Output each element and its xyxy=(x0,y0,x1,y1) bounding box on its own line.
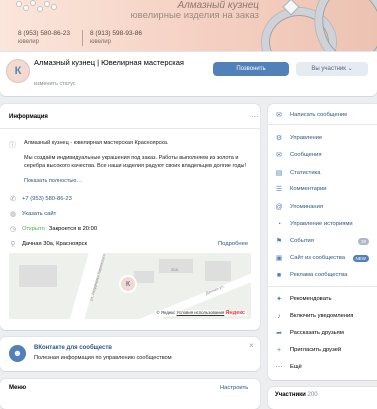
comment-icon: ☰ xyxy=(275,186,283,193)
cover-phone-2: 8 (913) 598-93-86 ювелир xyxy=(90,30,143,45)
vk-card-text: Полезная информация по управлению сообще… xyxy=(34,355,172,361)
gems-decoration xyxy=(15,0,60,14)
close-time: Закроется в 20:00 xyxy=(48,226,98,232)
pin-icon: ⚲ xyxy=(10,241,16,248)
info-summary: Алмазный кузнец - ювелирная мастерская К… xyxy=(24,140,169,146)
clock-icon: ◷ xyxy=(9,226,17,233)
vk-card-title[interactable]: ВКонтакте для сообществ xyxy=(34,345,112,351)
users-icon: ☻ xyxy=(9,345,26,362)
cover-phone-1: 8 (953) 580-86-23 ювелир xyxy=(18,30,71,45)
new-badge: NEW xyxy=(352,254,369,262)
address-more-link[interactable]: Подробнее xyxy=(218,241,248,247)
call-button[interactable]: Позвонить xyxy=(213,62,289,76)
menu-card: Меню Настроить xyxy=(0,379,260,409)
open-status: Открыто xyxy=(22,226,45,232)
more-dots-icon[interactable]: ⋯ xyxy=(251,112,259,121)
vk-tips-card[interactable]: ☻ ВКонтакте для сообществ Полезная инфор… xyxy=(0,337,260,371)
close-icon[interactable]: × xyxy=(249,341,254,350)
avatar[interactable]: К xyxy=(7,60,29,82)
chat-icon: ✉ xyxy=(276,152,282,159)
bell-icon: ♪ xyxy=(277,312,281,320)
sidebar-item-mentions[interactable]: @ Упоминания xyxy=(275,203,323,211)
cover-divider xyxy=(82,30,83,46)
info-description: Мы создаём индивидуальные украшения под … xyxy=(24,155,247,169)
hours-row: ◷ Открыто Закроется в 20:00 xyxy=(9,225,97,233)
sidebar-item-share[interactable]: ➦ Рассказать друзьям xyxy=(275,329,344,337)
sidebar-item-notifications[interactable]: ♪ Включить уведомления xyxy=(275,312,353,320)
events-count-badge: 28 xyxy=(357,237,369,245)
community-name: Алмазный кузнец | Ювелирная мастерская xyxy=(34,58,184,67)
sidebar-item-comments[interactable]: ☰ Комментарии xyxy=(275,185,327,193)
sidebar-item-events[interactable]: ⚑ События 28 xyxy=(275,237,369,245)
address-text: Дачная 30а, Красноярск xyxy=(22,241,88,247)
more-icon: ⋯ xyxy=(275,364,283,371)
sidebar-item-invite[interactable]: + Пригласить друзей xyxy=(275,346,341,354)
sidebar-item-recommend[interactable]: ✦ Рекомендовать xyxy=(275,295,331,303)
chart-icon: ▤ xyxy=(275,170,283,177)
cover-subtitle: ювелирные изделия на заказ xyxy=(130,10,259,21)
members-title: Участники 200 xyxy=(275,392,318,398)
status-edit-link[interactable]: изменить статус xyxy=(34,81,76,87)
map-pin-marker[interactable]: К xyxy=(121,277,135,291)
map-building-label: 30А xyxy=(171,267,179,272)
site-link[interactable]: Указать сайт xyxy=(22,211,56,217)
menu-title: Меню xyxy=(9,385,27,391)
sidebar-item-ads[interactable]: ■ Реклама сообщества xyxy=(275,271,347,279)
info-title: Информация xyxy=(9,114,48,120)
stories-icon: ◔ xyxy=(276,220,282,228)
address-row: ⚲ Дачная 30а, Красноярск xyxy=(9,240,87,248)
sidebar-item-stories[interactable]: ◔ Управление историями xyxy=(275,220,353,228)
menu-settings-link[interactable]: Настроить xyxy=(220,385,248,391)
ads-icon: ■ xyxy=(276,271,282,279)
share-icon: ➦ xyxy=(276,330,282,337)
sidebar-item-messages[interactable]: ✉ Сообщения xyxy=(275,151,321,159)
phone-link[interactable]: +7 (953) 580-86-23 xyxy=(22,196,72,202)
info-icon: ⓘ xyxy=(9,142,16,149)
show-more-link[interactable]: Показать полностью… xyxy=(24,178,82,186)
members-count: 200 xyxy=(307,392,318,398)
community-header: К Алмазный кузнец | Ювелирная мастерская… xyxy=(0,52,377,96)
message-icon: ✉ xyxy=(276,112,282,119)
sidebar-item-stats[interactable]: ▤ Статистика xyxy=(275,169,321,177)
yandex-logo: Яндекс xyxy=(225,310,245,316)
sidebar-item-manage[interactable]: ⚙ Управление xyxy=(275,134,322,142)
recommend-icon: ✦ xyxy=(276,296,282,303)
avatar-letter: К xyxy=(14,65,22,77)
map-terms-link[interactable]: Условия использования xyxy=(177,310,225,315)
site-row[interactable]: ◍ Указать сайт xyxy=(9,210,56,218)
at-icon: @ xyxy=(275,203,283,211)
globe-icon: ◍ xyxy=(9,211,17,218)
membership-label: Вы участник xyxy=(311,66,346,72)
site-icon: ▣ xyxy=(275,255,283,262)
cover-banner: Алмазный кузнец ювелирные изделия на зак… xyxy=(0,0,377,52)
write-message-button[interactable]: ✉ Написать сообщение xyxy=(275,111,347,119)
invite-icon: + xyxy=(276,346,282,354)
members-card[interactable]: Участники 200 xyxy=(268,387,377,409)
sidebar-item-more[interactable]: ⋯ Ещё xyxy=(275,363,302,371)
events-icon: ⚑ xyxy=(275,238,283,245)
phone-row[interactable]: ✆ +7 (953) 580-86-23 xyxy=(9,195,72,203)
phone-icon: ✆ xyxy=(10,196,16,203)
membership-button[interactable]: Вы участник ⌄ xyxy=(296,62,368,76)
gear-icon: ⚙ xyxy=(275,135,283,142)
map[interactable]: ул. Академика Киренского Дачная ул. 30А … xyxy=(9,253,251,319)
chevron-down-icon: ⌄ xyxy=(347,66,353,72)
sidebar-item-site[interactable]: ▣ Сайт из сообщества NEW xyxy=(275,254,369,262)
map-attribution: © Яндекс Условия использования Яндекс xyxy=(154,310,247,316)
